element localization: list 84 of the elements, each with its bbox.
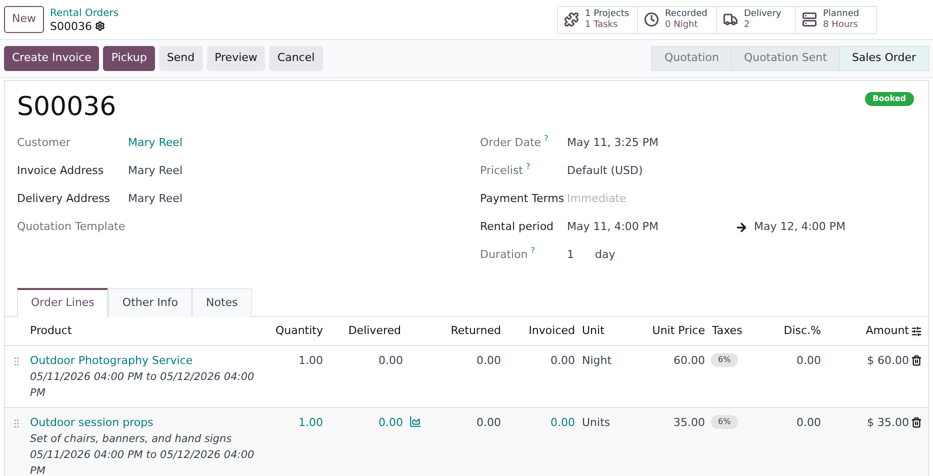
help-mark[interactable]: ? bbox=[526, 162, 530, 171]
column-header[interactable]: Product bbox=[29, 322, 72, 340]
help-mark[interactable]: ? bbox=[530, 246, 536, 255]
breadcrumb-link[interactable]: Rental Orders bbox=[50, 6, 119, 20]
column-header[interactable]: Disc.% bbox=[784, 322, 823, 340]
unit-price-cell-text: 60.00 bbox=[674, 353, 706, 369]
column-header[interactable]: Delivered bbox=[348, 322, 403, 340]
action-button[interactable]: Send bbox=[158, 46, 203, 71]
action-button[interactable]: Pickup bbox=[103, 46, 155, 71]
product-link[interactable]: Outdoor Photography Service bbox=[30, 353, 261, 369]
amount-cell-text: $ 35.00 bbox=[867, 415, 910, 431]
record-name: S00036 bbox=[50, 20, 92, 32]
field-label: Duration bbox=[480, 247, 528, 263]
truck-icon bbox=[723, 12, 738, 27]
column-header[interactable]: Taxes bbox=[711, 322, 742, 340]
field-label: Invoice Address bbox=[17, 163, 104, 179]
unit-cell-text: Units bbox=[581, 415, 612, 431]
status-stage[interactable]: Quotation Sent bbox=[730, 47, 839, 70]
product-description: 05/11/2026 04:00 PM to 05/12/2026 04:00 PM bbox=[30, 448, 256, 476]
puzzle-icon bbox=[564, 12, 579, 27]
new-button[interactable]: New bbox=[4, 6, 44, 33]
quantity-cell: 1.00 bbox=[298, 354, 323, 367]
returned-cell-text: 0.00 bbox=[476, 415, 502, 431]
field-value: May 11, 3:25 PM bbox=[567, 135, 659, 151]
end-date[interactable]: May 12, 4:00 PM bbox=[754, 219, 846, 236]
column-settings-icon[interactable] bbox=[911, 326, 922, 336]
forecast-icon[interactable] bbox=[409, 415, 422, 428]
customer-link[interactable]: Mary Reel bbox=[128, 135, 183, 152]
tax-tag: 6% bbox=[711, 415, 738, 429]
drag-handle-icon[interactable] bbox=[11, 356, 22, 367]
action-button[interactable]: Create Invoice bbox=[4, 46, 100, 71]
discount-cell-text: 0.00 bbox=[796, 353, 822, 369]
field-value: Mary Reel bbox=[128, 163, 183, 179]
delete-icon[interactable] bbox=[911, 417, 922, 428]
field-label: Pricelist bbox=[480, 163, 523, 179]
action-button[interactable]: Preview bbox=[206, 46, 266, 71]
product-description: 05/11/2026 04:00 PM to 05/12/2026 04:00 PM bbox=[30, 370, 256, 401]
field-value: Default (USD) bbox=[567, 163, 643, 179]
delivered-cell[interactable]: 0.00 bbox=[378, 415, 403, 432]
column-header[interactable]: Unit Price bbox=[652, 322, 711, 340]
column-header[interactable]: Amount bbox=[866, 322, 911, 340]
smart-button[interactable]: Planned 8 Hours bbox=[795, 6, 876, 32]
settings-icon[interactable] bbox=[94, 21, 105, 31]
product-link[interactable]: Outdoor session props bbox=[30, 415, 261, 431]
status-stage[interactable]: Quotation bbox=[652, 47, 731, 70]
start-date[interactable]: May 11, 4:00 PM bbox=[567, 219, 735, 236]
form-tab[interactable]: Notes bbox=[192, 288, 252, 317]
field-label: Order Date bbox=[480, 135, 542, 151]
field-label: Delivery Address bbox=[17, 191, 110, 207]
status-stage[interactable]: Sales Order bbox=[838, 47, 928, 70]
invoiced-cell: 0.00 bbox=[550, 354, 575, 367]
returned-cell-text: 0.00 bbox=[476, 353, 502, 369]
delivered-cell-text: 0.00 bbox=[378, 353, 403, 369]
amount-cell-text: $ 60.00 bbox=[867, 353, 910, 369]
unit-price-cell-text: 35.00 bbox=[674, 415, 706, 431]
quantity-cell[interactable]: 1.00 bbox=[298, 416, 323, 429]
clock-icon bbox=[644, 12, 659, 27]
column-header[interactable]: Unit bbox=[581, 322, 604, 340]
tax-tag: 6% bbox=[711, 353, 738, 367]
arrow-icon bbox=[735, 220, 748, 234]
record-title: S00036 bbox=[17, 91, 116, 124]
payment-terms-field[interactable]: Immediate bbox=[567, 191, 717, 208]
help-mark[interactable]: ? bbox=[544, 134, 548, 143]
form-tab[interactable]: Order Lines bbox=[17, 288, 108, 317]
drag-handle-icon[interactable] bbox=[11, 418, 22, 429]
delete-icon[interactable] bbox=[911, 355, 922, 366]
product-description: Set of chairs, banners, and hand signs bbox=[30, 432, 233, 447]
invoiced-cell[interactable]: 0.00 bbox=[550, 416, 575, 429]
duration-unit: day bbox=[595, 247, 616, 263]
field-label: Customer bbox=[17, 135, 70, 151]
field-label: Payment Terms bbox=[480, 191, 564, 207]
column-header[interactable]: Returned bbox=[450, 322, 503, 340]
action-button[interactable]: Cancel bbox=[269, 46, 323, 71]
column-header[interactable]: Quantity bbox=[275, 322, 325, 340]
form-tab[interactable]: Other Info bbox=[108, 288, 192, 317]
unit-cell-text: Night bbox=[581, 353, 613, 369]
duration-value[interactable]: 1 bbox=[567, 247, 595, 264]
stack-icon bbox=[802, 12, 817, 27]
field-label: Rental period bbox=[480, 219, 554, 235]
discount-cell-text: 0.00 bbox=[796, 415, 822, 431]
column-header[interactable]: Invoiced bbox=[528, 322, 581, 340]
field-value: Mary Reel bbox=[128, 191, 183, 207]
field-label: Quotation Template bbox=[17, 219, 126, 235]
status-ribbon: Booked bbox=[864, 92, 914, 106]
